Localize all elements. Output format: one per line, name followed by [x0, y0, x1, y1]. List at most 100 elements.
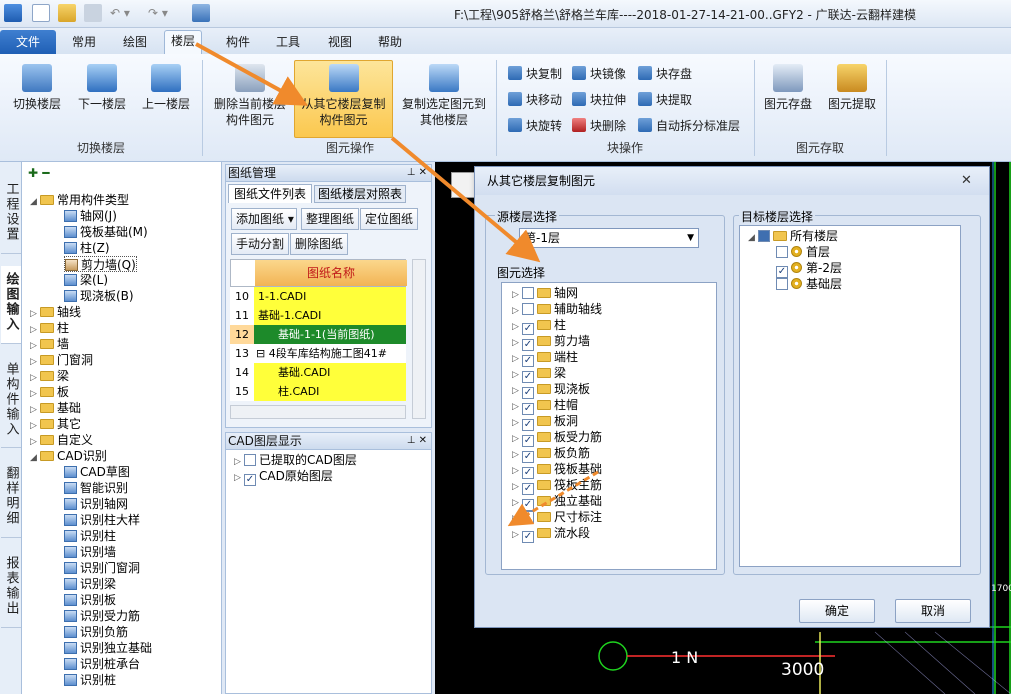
tab-single-component-input[interactable]: 单构件输入 — [1, 356, 21, 448]
delete-drawing-button[interactable]: 删除图纸 — [290, 233, 349, 255]
element-item[interactable]: ▷ 辅助轴线 — [512, 301, 602, 317]
locate-drawing-button[interactable]: 定位图纸 — [360, 208, 419, 230]
tree-root-common[interactable]: ◢ 常用构件类型 — [30, 192, 129, 208]
tree-item-recognize-pile-cap[interactable]: 识别桩承台 — [64, 656, 140, 672]
block-extract-button[interactable]: 块提取 — [638, 90, 692, 110]
open-folder-icon[interactable] — [58, 4, 76, 22]
add-drawing-button[interactable]: 添加图纸 ▾ — [231, 208, 297, 230]
element-item[interactable]: ▷ ✓ 板受力筋 — [512, 429, 602, 447]
checkbox[interactable] — [244, 454, 256, 466]
auto-split-standard-floor-button[interactable]: 自动拆分标准层 — [638, 116, 740, 136]
tree-folder-other[interactable]: ▷ 其它 — [30, 416, 81, 432]
element-save-button[interactable]: 图元存盘 — [760, 60, 816, 140]
element-item[interactable]: ▷ ✓ 柱 — [512, 317, 566, 335]
element-item[interactable]: ▷ ✓ 筏板基础 — [512, 461, 602, 479]
checkbox[interactable] — [522, 287, 534, 299]
tree-item-recognize-column[interactable]: 识别柱 — [64, 528, 116, 544]
tree-folder-door-window[interactable]: ▷ 门窗洞 — [30, 352, 93, 368]
target-floor-item[interactable]: 基础层 — [776, 276, 842, 292]
tree-item-recognize-beam[interactable]: 识别梁 — [64, 576, 116, 592]
target-root[interactable]: ◢ 所有楼层 — [748, 228, 838, 244]
table-row[interactable]: 14 基础.CADI — [230, 363, 406, 382]
checkbox[interactable]: ✓ — [244, 474, 256, 486]
tree-item-shear-wall[interactable]: 剪力墙(Q) — [64, 256, 137, 272]
tree-item-column[interactable]: 柱(Z) — [64, 240, 110, 256]
checkbox[interactable] — [776, 278, 788, 290]
copy-selected-to-floors-button[interactable]: 复制选定图元到 其他楼层 — [398, 60, 490, 140]
pin-close-icon[interactable]: ⊥ ✕ — [407, 165, 427, 181]
tree-item-axis-grid[interactable]: 轴网(J) — [64, 208, 117, 224]
element-item[interactable]: ▷ ✓ 独立基础 — [512, 493, 602, 511]
table-row[interactable]: 10 1-1.CADI — [230, 287, 406, 306]
block-stretch-button[interactable]: 块拉伸 — [572, 90, 626, 110]
switch-floor-button[interactable]: 切换楼层 — [6, 60, 68, 140]
tree-item-smart-recognize[interactable]: 智能识别 — [64, 480, 128, 496]
window-icon[interactable] — [192, 4, 210, 22]
tree-folder-beam[interactable]: ▷ 梁 — [30, 368, 69, 384]
element-item[interactable]: ▷ ✓ 现浇板 — [512, 381, 590, 399]
menu-common[interactable]: 常用 — [66, 32, 102, 54]
next-floor-button[interactable]: 下一楼层 — [72, 60, 132, 140]
tree-folder-axis[interactable]: ▷ 轴线 — [30, 304, 81, 320]
checkbox[interactable] — [522, 303, 534, 315]
table-row-current[interactable]: 12 基础-1-1(当前图纸) — [230, 325, 406, 344]
block-mirror-button[interactable]: 块镜像 — [572, 64, 626, 84]
element-item[interactable]: ▷ ✓ 端柱 — [512, 349, 578, 367]
menu-component[interactable]: 构件 — [220, 32, 256, 54]
tree-item-recognize-column-detail[interactable]: 识别柱大样 — [64, 512, 140, 528]
menu-floor[interactable]: 楼层 — [164, 30, 203, 54]
copy-from-other-floor-button[interactable]: 从其它楼层复制 构件图元 — [295, 60, 392, 140]
element-item[interactable]: ▷ ✓ 梁 — [512, 365, 566, 383]
horizontal-scrollbar[interactable] — [230, 405, 406, 419]
tree-item-recognize-door-window[interactable]: 识别门窗洞 — [64, 560, 140, 576]
source-floor-select[interactable]: 第-1层 ▼ — [519, 228, 699, 248]
tree-folder-column[interactable]: ▷ 柱 — [30, 320, 69, 336]
tab-detail[interactable]: 翻样明细 — [1, 460, 21, 538]
redo-icon[interactable]: ↷ ▾ — [148, 6, 168, 20]
undo-icon[interactable]: ↶ ▾ — [110, 6, 130, 20]
manual-split-button[interactable]: 手动分割 — [231, 233, 290, 255]
block-move-button[interactable]: 块移动 — [508, 90, 562, 110]
tab-drawing-list[interactable]: 图纸文件列表 — [228, 184, 312, 203]
tree-item-recognize-slab[interactable]: 识别板 — [64, 592, 116, 608]
menu-draw[interactable]: 绘图 — [117, 32, 153, 54]
checkbox[interactable] — [522, 511, 534, 523]
table-row[interactable]: 11 基础-1.CADI — [230, 306, 406, 325]
tree-item-recognize-negative-rebar[interactable]: 识别负筋 — [64, 624, 128, 640]
block-rotate-button[interactable]: 块旋转 — [508, 116, 562, 136]
ok-button[interactable]: 确定 — [799, 599, 875, 623]
cancel-button[interactable]: 取消 — [895, 599, 971, 623]
tree-item-cad-sketch[interactable]: CAD草图 — [64, 464, 130, 480]
prev-floor-button[interactable]: 上一楼层 — [136, 60, 196, 140]
tree-folder-foundation[interactable]: ▷ 基础 — [30, 400, 81, 416]
tree-folder-slab[interactable]: ▷ 板 — [30, 384, 69, 400]
organize-drawing-button[interactable]: 整理图纸 — [301, 208, 360, 230]
checkbox[interactable]: ✓ — [522, 531, 534, 543]
table-row[interactable]: 15 柱.CADI — [230, 382, 406, 401]
layer-extracted[interactable]: ▷ 已提取的CAD图层 — [234, 452, 357, 468]
checkbox-partial[interactable] — [758, 230, 770, 242]
tab-drawing-input[interactable]: 绘图输入 — [1, 266, 21, 344]
tree-folder-custom[interactable]: ▷ 自定义 — [30, 432, 93, 448]
tab-drawing-floor-map[interactable]: 图纸楼层对照表 — [314, 185, 406, 203]
expand-all-icon[interactable]: ✚ ━ — [28, 165, 49, 181]
block-save-button[interactable]: 块存盘 — [638, 64, 692, 84]
menu-tools[interactable]: 工具 — [270, 32, 306, 54]
element-item[interactable]: ▷ ✓ 板洞 — [512, 413, 578, 431]
target-floor-item[interactable]: ✓ 第-2层 — [776, 260, 842, 278]
block-delete-button[interactable]: 块删除 — [572, 116, 626, 136]
element-item[interactable]: ▷ ✓ 流水段 — [512, 525, 590, 543]
tree-item-raft-foundation[interactable]: 筏板基础(M) — [64, 224, 148, 240]
tree-item-beam[interactable]: 梁(L) — [64, 272, 108, 288]
element-item[interactable]: ▷ 尺寸标注 — [512, 509, 602, 525]
target-floor-item[interactable]: 首层 — [776, 244, 830, 260]
tree-item-recognize-main-rebar[interactable]: 识别受力筋 — [64, 608, 140, 624]
element-item[interactable]: ▷ ✓ 柱帽 — [512, 397, 578, 415]
element-item[interactable]: ▷ 轴网 — [512, 285, 578, 301]
element-item[interactable]: ▷ ✓ 板负筋 — [512, 445, 590, 463]
menu-view[interactable]: 视图 — [322, 32, 358, 54]
tree-item-recognize-isolated-foundation[interactable]: 识别独立基础 — [64, 640, 152, 656]
tree-item-recognize-wall[interactable]: 识别墙 — [64, 544, 116, 560]
tree-folder-cad-recognition[interactable]: ◢ CAD识别 — [30, 448, 107, 464]
checkbox[interactable] — [776, 246, 788, 258]
